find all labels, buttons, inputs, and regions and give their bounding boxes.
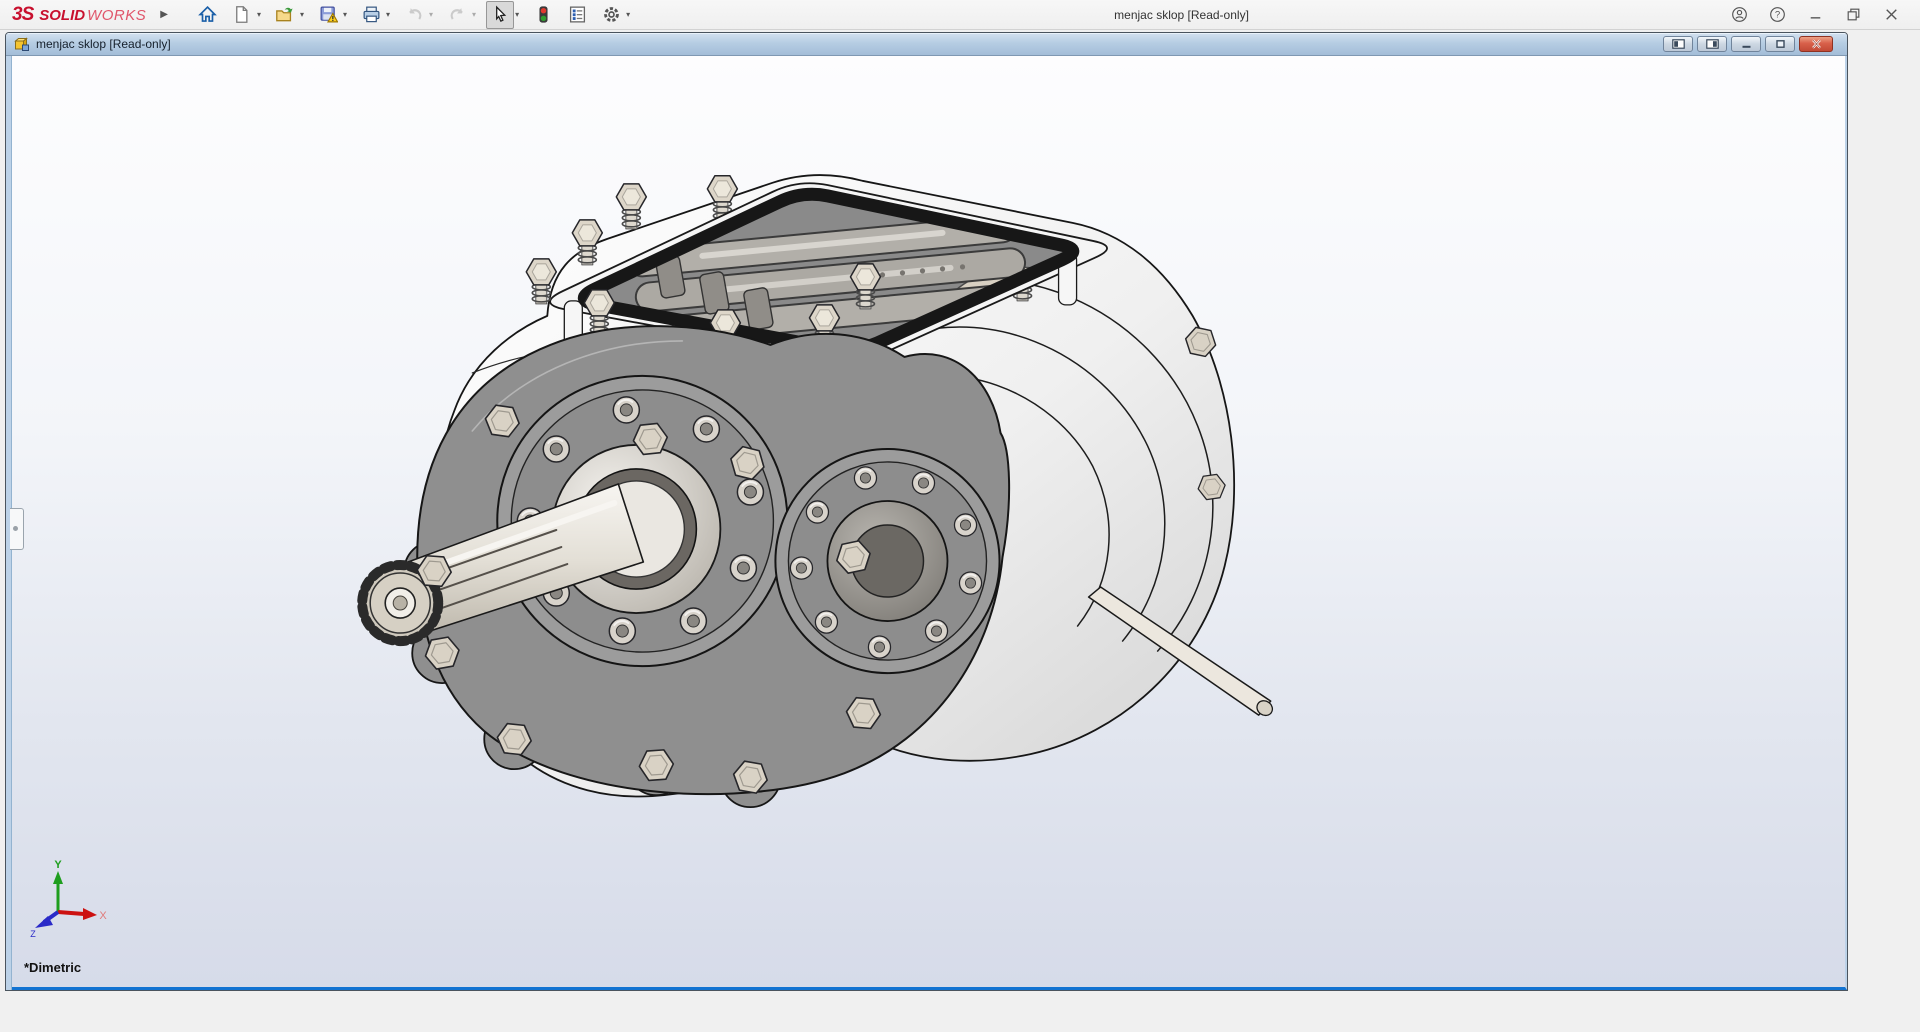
select-dropdown-caret[interactable]: ▾ bbox=[514, 2, 523, 28]
triad-y-label: Y bbox=[54, 859, 62, 871]
doc-close-button[interactable] bbox=[1799, 36, 1833, 52]
app-title: menjac sklop [Read-only] bbox=[1114, 7, 1249, 22]
open-dropdown-caret[interactable]: ▾ bbox=[299, 2, 308, 28]
minimize-button[interactable] bbox=[1802, 3, 1828, 27]
undo-button bbox=[400, 1, 428, 29]
undo-icon bbox=[408, 8, 421, 20]
print-button[interactable] bbox=[357, 1, 385, 29]
svg-text:?: ? bbox=[1774, 10, 1779, 21]
file-properties-button[interactable] bbox=[563, 1, 591, 29]
feature-manager-expand-tab[interactable] bbox=[10, 508, 24, 550]
document-titlebar[interactable]: menjac sklop [Read-only] bbox=[6, 33, 1847, 56]
redo-button bbox=[443, 1, 471, 29]
menu-expand-chevron-icon[interactable]: ▶ bbox=[160, 9, 168, 20]
user-account-icon bbox=[1731, 7, 1747, 22]
output-bearing-flange[interactable] bbox=[774, 447, 1001, 675]
open-button[interactable] bbox=[271, 1, 299, 29]
doc-restore-icon bbox=[1775, 40, 1785, 48]
app-titlebar: 3S SOLID WORKS ▶ ▾ ▾ ▾ ▾ ▾ ▾ ▾ ▾ menjac sklop [R… bbox=[0, 0, 1920, 30]
minimize-icon bbox=[1810, 17, 1820, 19]
document-window-controls bbox=[1663, 36, 1833, 52]
doc-tile-left-button[interactable] bbox=[1663, 36, 1693, 52]
options-button[interactable] bbox=[597, 1, 625, 29]
assembly-document-icon bbox=[14, 36, 30, 52]
doc-restore-button[interactable] bbox=[1765, 36, 1795, 52]
window-controls: ? bbox=[1726, 3, 1904, 27]
restore-icon bbox=[1847, 8, 1859, 21]
home-button[interactable] bbox=[194, 1, 222, 29]
print-dropdown-caret[interactable]: ▾ bbox=[385, 2, 394, 28]
save-dropdown-caret[interactable]: ▾ bbox=[342, 2, 351, 28]
graphics-viewport[interactable]: Y X Z *Dimetric bbox=[12, 56, 1847, 990]
user-account-button[interactable] bbox=[1726, 3, 1752, 27]
redo-dropdown-caret: ▾ bbox=[472, 9, 477, 19]
rebuild-button[interactable] bbox=[529, 1, 557, 29]
triad-z-label: Z bbox=[30, 929, 36, 939]
doc-minimize-button[interactable] bbox=[1731, 36, 1761, 52]
triad-x-label: X bbox=[99, 910, 107, 922]
doc-minimize-icon bbox=[1742, 45, 1750, 48]
splitter-handle-icon bbox=[13, 526, 18, 531]
save-icon bbox=[320, 6, 338, 23]
help-icon: ? bbox=[1769, 7, 1785, 22]
new-document-dropdown-caret[interactable]: ▾ bbox=[256, 2, 265, 28]
open-icon bbox=[276, 7, 294, 22]
view-orientation-label: *Dimetric bbox=[24, 960, 82, 975]
new-document-icon bbox=[236, 6, 248, 23]
redo-icon bbox=[450, 8, 463, 20]
select-icon bbox=[495, 5, 506, 23]
options-dropdown-caret[interactable]: ▾ bbox=[625, 2, 634, 28]
rebuild-icon bbox=[539, 6, 548, 23]
document-window: menjac sklop [Read-only] Y X Z *Dimetric bbox=[5, 32, 1848, 991]
new-document-button[interactable] bbox=[228, 1, 256, 29]
doc-tile-right-button[interactable] bbox=[1697, 36, 1727, 52]
solidworks-logo: 3S SOLID WORKS bbox=[12, 3, 147, 25]
doc-close-icon bbox=[1811, 39, 1821, 49]
main-toolbar: ▾ ▾ ▾ ▾ ▾ ▾ ▾ ▾ bbox=[194, 0, 637, 29]
home-icon bbox=[198, 5, 218, 22]
close-button[interactable] bbox=[1878, 3, 1904, 27]
document-title: menjac sklop [Read-only] bbox=[36, 37, 171, 51]
select-button[interactable] bbox=[486, 0, 515, 29]
close-icon bbox=[1885, 9, 1897, 20]
doc-tile-right-icon bbox=[1705, 39, 1719, 49]
gearbox-3d-model[interactable] bbox=[12, 56, 1845, 987]
gearbox-geometry[interactable] bbox=[357, 174, 1275, 809]
help-button[interactable]: ? bbox=[1764, 3, 1790, 27]
print-icon bbox=[363, 6, 379, 23]
orientation-triad: Y X Z bbox=[30, 859, 107, 939]
doc-tile-left-icon bbox=[1671, 39, 1685, 49]
options-icon bbox=[603, 7, 619, 22]
save-button[interactable] bbox=[314, 1, 342, 29]
restore-button[interactable] bbox=[1840, 3, 1866, 27]
ds-logo-icon: 3S bbox=[12, 3, 34, 25]
file-properties-icon bbox=[569, 6, 585, 23]
undo-dropdown-caret: ▾ bbox=[429, 9, 434, 19]
document-content: Y X Z *Dimetric bbox=[6, 56, 1847, 990]
